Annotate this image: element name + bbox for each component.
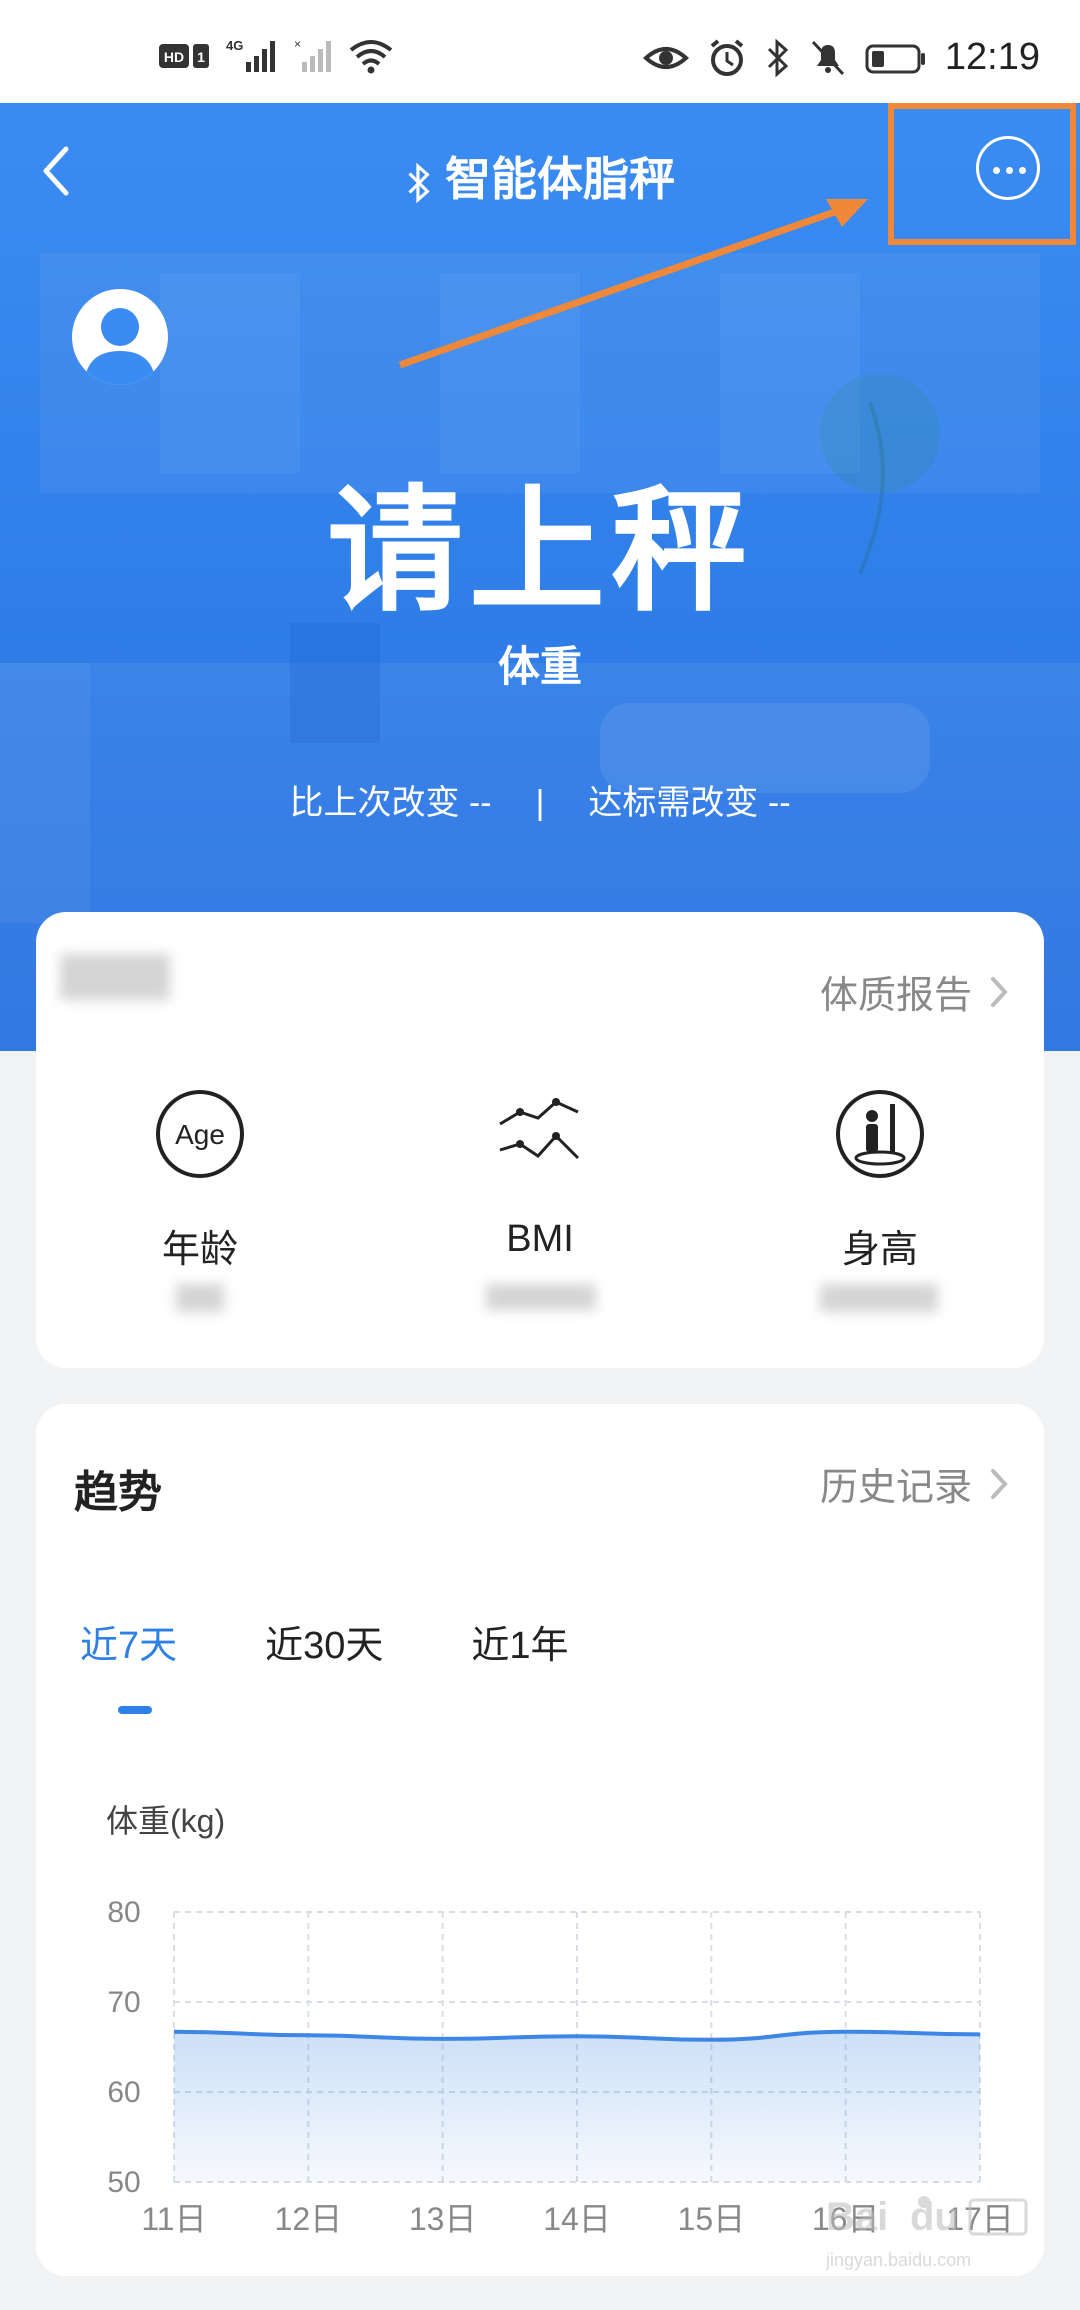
svg-text:jingyan.baidu.com: jingyan.baidu.com	[826, 2250, 971, 2270]
more-dot	[1006, 167, 1013, 174]
metric-bmi[interactable]: BMI	[420, 1088, 660, 1310]
more-button[interactable]	[976, 136, 1040, 200]
status-right-icons: 12:19	[642, 36, 1040, 79]
svg-text:HD: HD	[164, 49, 184, 65]
age-icon: Age	[156, 1090, 244, 1178]
signal-icon: ×	[294, 37, 331, 72]
x-tick-label: 13日	[409, 2201, 477, 2237]
x-tick-label: 14日	[543, 2201, 611, 2237]
profile-card: 体质报告 Age 年龄 BMI 身高	[36, 912, 1044, 1368]
weight-trend-chart: 80706050 11日 12日 13日 14日 15日 16日 17日	[107, 1896, 1013, 2237]
weight-label: 体重	[497, 643, 582, 690]
x-tick-label: 11日	[141, 2201, 206, 2237]
bmi-value-redacted	[486, 1284, 596, 1310]
y-tick-label: 50	[107, 2166, 140, 2199]
svg-text:du: du	[910, 2195, 959, 2239]
series-area	[174, 2031, 980, 2182]
page-title: 智能体脂秤	[445, 153, 675, 205]
status-time: 12:19	[944, 36, 1040, 78]
status-bar: HD 1 4G × 12:19	[0, 0, 1080, 103]
chevron-right-icon	[991, 976, 1008, 1007]
metric-age[interactable]: Age 年龄	[80, 1088, 320, 1312]
height-icon	[836, 1090, 924, 1178]
change-since-last: 比上次改变 --	[289, 784, 492, 822]
scale-status-text: 请上秤	[327, 475, 753, 627]
metric-label: BMI	[506, 1218, 574, 1260]
svg-text:1: 1	[197, 49, 205, 65]
metric-height[interactable]: 身高	[760, 1088, 1000, 1312]
mute-icon	[811, 40, 845, 75]
x-tick-label: 15日	[678, 2201, 746, 2237]
more-horizontal-icon	[993, 167, 1000, 174]
status-left-icons: HD 1 4G ×	[158, 36, 394, 76]
svg-text:Age: Age	[175, 1119, 225, 1150]
username-redacted	[60, 954, 170, 1000]
body-report-label: 体质报告	[819, 975, 972, 1017]
separator: |	[535, 784, 545, 822]
metric-label: 年龄	[161, 1229, 238, 1271]
avatar[interactable]	[72, 289, 168, 385]
change-to-target: 达标需改变 --	[588, 784, 791, 822]
4g-signal-icon: 4G	[226, 38, 275, 72]
trend-card: 趋势 历史记录 近7天 近30天 近1年 体重(kg) 80 70 60 50 11日…	[36, 1404, 1044, 2276]
svg-text:4G: 4G	[226, 38, 243, 53]
baidu-jingyan-watermark: Bai du jingyan.baidu.com	[826, 2195, 1028, 2270]
hero-section: 智能体脂秤 请上秤 体重 比上次改变 -- | 达标需改变 --	[0, 103, 1080, 1051]
bluetooth-icon	[408, 162, 430, 204]
change-summary: 比上次改变 -- | 达标需改变 --	[0, 775, 1080, 824]
wifi-icon	[349, 40, 393, 74]
x-tick-label: 12日	[275, 2201, 343, 2237]
metric-label: 身高	[841, 1229, 918, 1271]
y-tick-label: 60	[107, 2076, 140, 2109]
battery-icon	[865, 44, 925, 73]
height-value-redacted	[820, 1284, 938, 1312]
user-icon	[84, 308, 156, 385]
alarm-icon	[710, 38, 744, 76]
more-dot	[1019, 167, 1026, 174]
y-tick-label: 80	[107, 1896, 140, 1929]
svg-text:×: ×	[294, 37, 301, 51]
eye-icon	[642, 46, 689, 69]
age-value-redacted	[176, 1284, 224, 1312]
svg-text:Bai: Bai	[826, 2195, 888, 2239]
body-report-link[interactable]: 体质报告	[820, 964, 1008, 1019]
hd-icon: HD 1	[159, 44, 209, 68]
bmi-trend-icon	[499, 1098, 580, 1160]
y-tick-label: 70	[107, 1986, 140, 2019]
bluetooth-icon	[767, 38, 789, 77]
